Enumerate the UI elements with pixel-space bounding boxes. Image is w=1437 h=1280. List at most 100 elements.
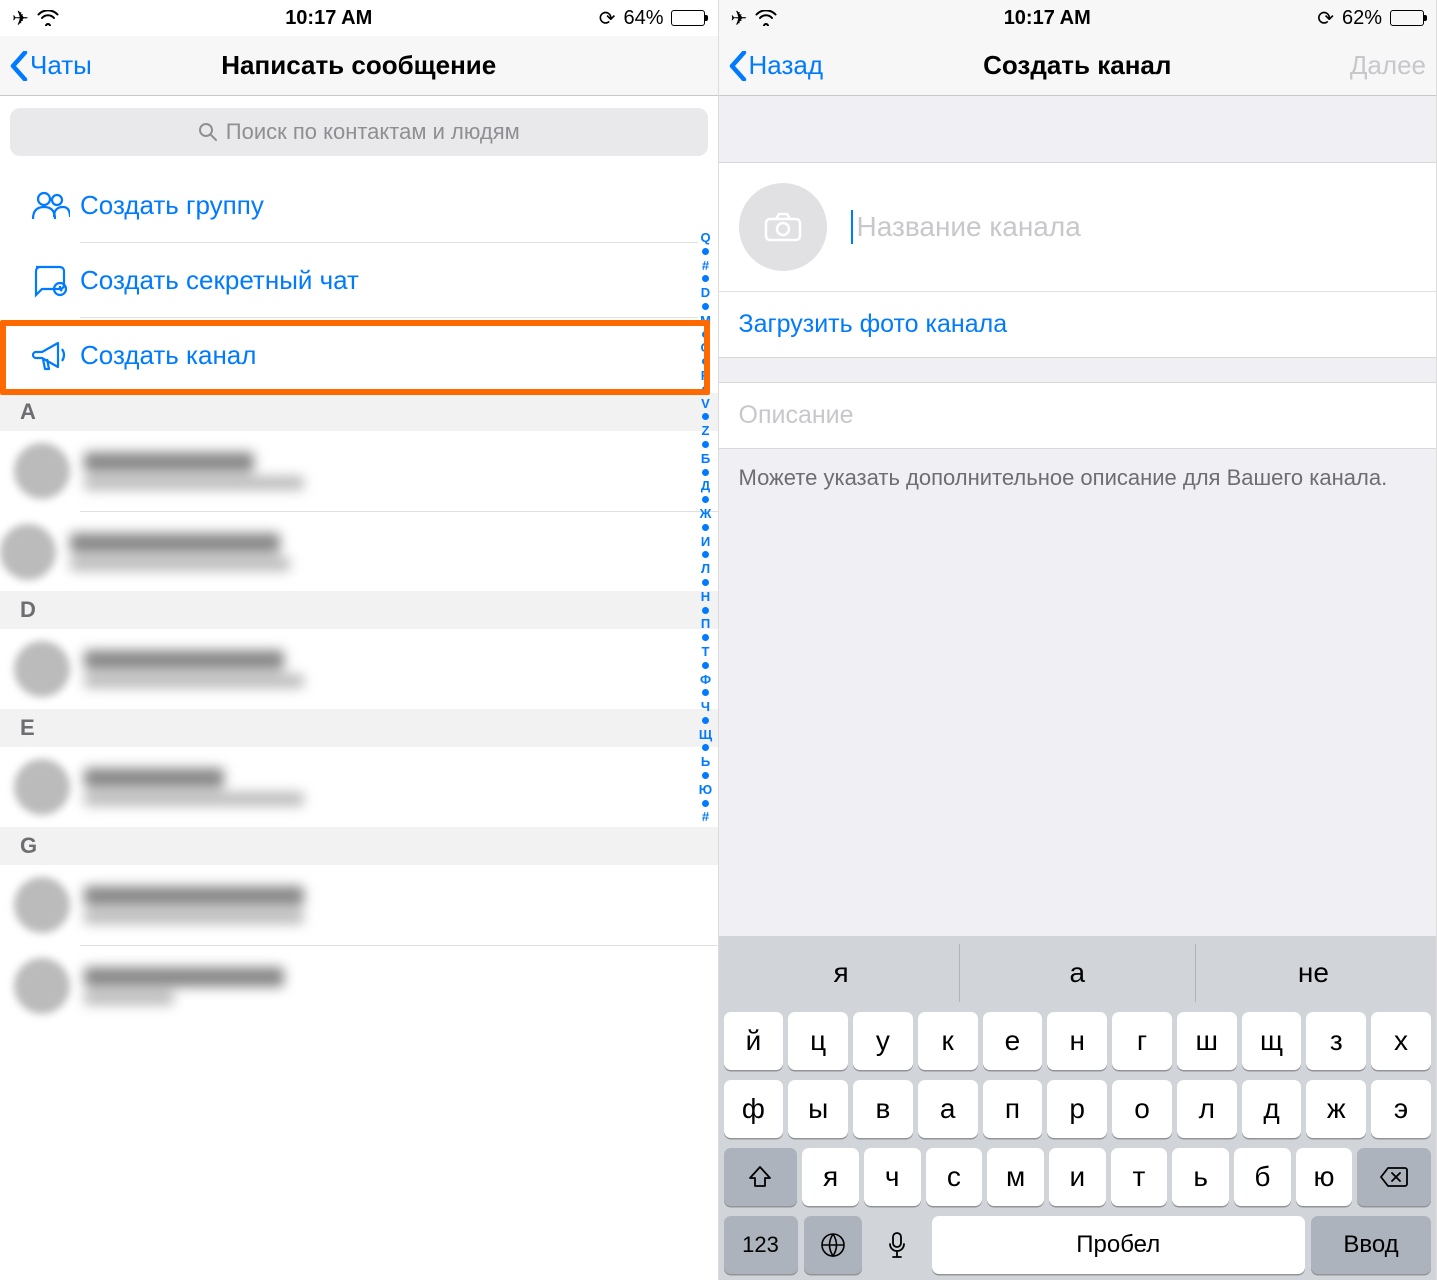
key[interactable]: т bbox=[1111, 1148, 1168, 1206]
create-secret-chat-label: Создать секретный чат bbox=[80, 265, 359, 296]
key[interactable]: р bbox=[1047, 1080, 1107, 1138]
wifi-icon bbox=[755, 10, 777, 26]
key[interactable]: ы bbox=[788, 1080, 848, 1138]
backspace-key[interactable] bbox=[1357, 1148, 1431, 1206]
globe-key[interactable] bbox=[804, 1216, 862, 1274]
create-group-button[interactable]: Создать группу bbox=[0, 168, 718, 243]
rotation-lock-icon: ⟳ bbox=[1317, 6, 1334, 31]
status-bar: ✈ 10:17 AM ⟳ 62% bbox=[719, 0, 1437, 36]
return-key[interactable]: Ввод bbox=[1311, 1216, 1431, 1274]
backspace-icon bbox=[1379, 1166, 1409, 1188]
contact-item[interactable] bbox=[0, 431, 718, 511]
back-button[interactable]: Назад bbox=[729, 50, 824, 81]
create-channel-label: Создать канал bbox=[80, 340, 256, 371]
back-label: Чаты bbox=[30, 50, 92, 81]
contact-item[interactable] bbox=[0, 946, 718, 1026]
suggestion-bar: я а не bbox=[724, 944, 1432, 1002]
key[interactable]: ч bbox=[864, 1148, 921, 1206]
contact-item[interactable] bbox=[0, 747, 718, 827]
suggestion[interactable]: не bbox=[1195, 944, 1431, 1002]
clock: 10:17 AM bbox=[1004, 7, 1091, 30]
key[interactable]: я bbox=[802, 1148, 859, 1206]
numeric-key[interactable]: 123 bbox=[724, 1216, 798, 1274]
key[interactable]: б bbox=[1234, 1148, 1291, 1206]
key[interactable]: е bbox=[983, 1012, 1043, 1070]
search-input[interactable]: Поиск по контактам и людям bbox=[10, 108, 708, 156]
screen-create-channel: ✈ 10:17 AM ⟳ 62% Назад Создать канал Дал… bbox=[719, 0, 1437, 1280]
megaphone-icon bbox=[20, 339, 80, 373]
status-bar: ✈ 10:17 AM ⟳ 64% bbox=[0, 0, 718, 36]
key[interactable]: у bbox=[853, 1012, 913, 1070]
key[interactable]: ш bbox=[1177, 1012, 1237, 1070]
key[interactable]: м bbox=[987, 1148, 1044, 1206]
key[interactable]: д bbox=[1242, 1080, 1302, 1138]
keyboard: я а не й ц у к е н г ш щ з х ф ы в а п р… bbox=[719, 936, 1437, 1280]
key[interactable]: ж bbox=[1306, 1080, 1366, 1138]
page-title: Написать сообщение bbox=[0, 50, 718, 81]
dictation-key[interactable] bbox=[868, 1216, 926, 1274]
key[interactable]: ь bbox=[1172, 1148, 1229, 1206]
section-index[interactable]: Q # D M O R V Z Б Д Ж И Л Н П Т Ф Ч Щ Ь … bbox=[696, 230, 716, 1280]
airplane-icon: ✈ bbox=[731, 6, 748, 31]
avatar bbox=[14, 641, 70, 697]
globe-icon bbox=[820, 1232, 846, 1258]
avatar bbox=[14, 877, 70, 933]
spacer bbox=[719, 96, 1437, 162]
key[interactable]: к bbox=[918, 1012, 978, 1070]
key[interactable]: й bbox=[724, 1012, 784, 1070]
key[interactable]: ф bbox=[724, 1080, 784, 1138]
avatar bbox=[14, 958, 70, 1014]
next-button[interactable]: Далее bbox=[1350, 50, 1426, 81]
key[interactable]: с bbox=[926, 1148, 983, 1206]
key[interactable]: ю bbox=[1296, 1148, 1353, 1206]
battery-percent: 62% bbox=[1342, 7, 1382, 30]
screen-compose: ✈ 10:17 AM ⟳ 64% Чаты Написать сообщение… bbox=[0, 0, 719, 1280]
create-secret-chat-button[interactable]: Создать секретный чат bbox=[0, 243, 718, 318]
description-input[interactable]: Описание bbox=[719, 383, 1437, 448]
contact-item[interactable] bbox=[0, 865, 718, 945]
key[interactable]: х bbox=[1371, 1012, 1431, 1070]
wifi-icon bbox=[37, 10, 59, 26]
section-header-d: D bbox=[0, 591, 718, 629]
battery-icon bbox=[671, 10, 705, 26]
section-header-a: A bbox=[0, 393, 718, 431]
search-icon bbox=[198, 122, 218, 142]
microphone-icon bbox=[887, 1231, 907, 1259]
avatar bbox=[14, 443, 70, 499]
nav-bar: Чаты Написать сообщение bbox=[0, 36, 718, 96]
create-channel-button[interactable]: Создать канал bbox=[0, 318, 718, 393]
create-group-label: Создать группу bbox=[80, 190, 264, 221]
key[interactable]: з bbox=[1306, 1012, 1366, 1070]
key[interactable]: п bbox=[983, 1080, 1043, 1138]
back-button[interactable]: Чаты bbox=[10, 50, 92, 81]
nav-bar: Назад Создать канал Далее bbox=[719, 36, 1437, 96]
suggestion[interactable]: а bbox=[959, 944, 1195, 1002]
section-header-g: G bbox=[0, 827, 718, 865]
key[interactable]: в bbox=[853, 1080, 913, 1138]
contact-item[interactable] bbox=[0, 629, 718, 709]
key[interactable]: н bbox=[1047, 1012, 1107, 1070]
key[interactable]: г bbox=[1112, 1012, 1172, 1070]
group-icon bbox=[20, 189, 80, 223]
key[interactable]: и bbox=[1049, 1148, 1106, 1206]
key[interactable]: э bbox=[1371, 1080, 1431, 1138]
contact-item[interactable] bbox=[80, 511, 718, 591]
spacer bbox=[719, 358, 1437, 382]
shift-key[interactable] bbox=[724, 1148, 798, 1206]
chevron-left-icon bbox=[10, 51, 28, 81]
space-key[interactable]: Пробел bbox=[932, 1216, 1306, 1274]
suggestion[interactable]: я bbox=[724, 944, 959, 1002]
key[interactable]: щ bbox=[1242, 1012, 1302, 1070]
channel-avatar-button[interactable] bbox=[739, 183, 827, 271]
key[interactable]: ц bbox=[788, 1012, 848, 1070]
channel-name-input[interactable] bbox=[851, 210, 1417, 244]
chevron-left-icon bbox=[729, 51, 747, 81]
key[interactable]: о bbox=[1112, 1080, 1172, 1138]
battery-percent: 64% bbox=[623, 7, 663, 30]
battery-icon bbox=[1390, 10, 1424, 26]
key[interactable]: а bbox=[918, 1080, 978, 1138]
avatar bbox=[14, 759, 70, 815]
upload-photo-button[interactable]: Загрузить фото канала bbox=[719, 291, 1437, 357]
description-hint: Можете указать дополнительное описание д… bbox=[719, 449, 1437, 508]
key[interactable]: л bbox=[1177, 1080, 1237, 1138]
